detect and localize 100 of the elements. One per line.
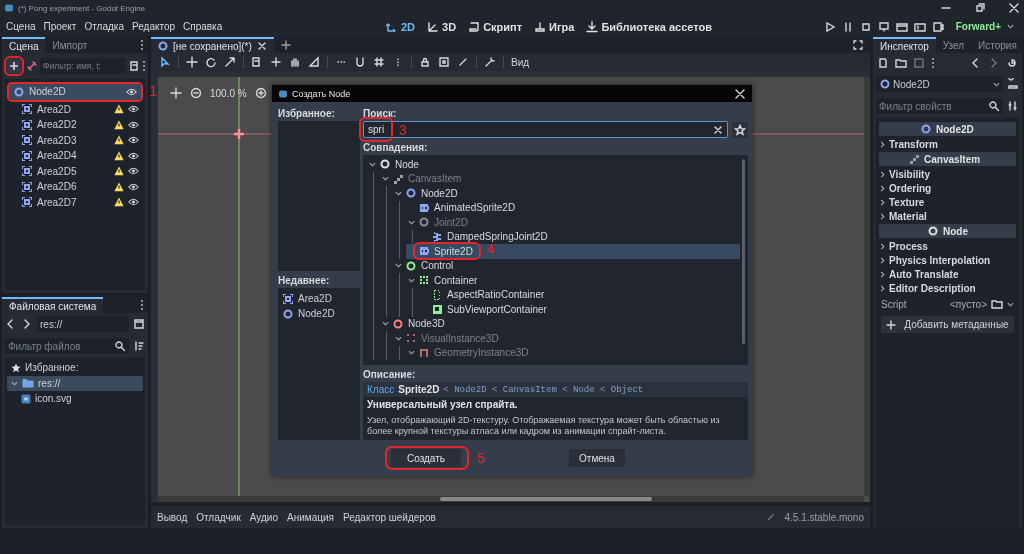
- dock-tab[interactable]: Файловая система: [2, 297, 104, 313]
- pivot-icon[interactable]: [270, 56, 282, 68]
- 2d-icon[interactable]: [386, 20, 398, 33]
- play-scene-icon[interactable]: [895, 20, 908, 33]
- folder-icon[interactable]: [895, 57, 907, 69]
- property-group[interactable]: Editor Description: [879, 281, 1016, 295]
- close-icon[interactable]: [1008, 2, 1020, 14]
- scale-icon[interactable]: [224, 56, 236, 68]
- bottom-panel-tab[interactable]: Вывод: [157, 511, 188, 523]
- close-icon[interactable]: [734, 87, 746, 100]
- restore-icon[interactable]: [974, 2, 986, 14]
- file-filter-field[interactable]: Фильтр файлов: [5, 338, 129, 354]
- layout-icon[interactable]: [133, 318, 145, 330]
- warning-icon[interactable]: [114, 197, 124, 208]
- sort-icon[interactable]: [133, 340, 145, 352]
- file-tree-item[interactable]: icon.svg: [17, 391, 143, 407]
- scene-tree-item[interactable]: Area2D5: [17, 163, 143, 179]
- scene-tree-item[interactable]: Area2D: [17, 101, 143, 117]
- eye-icon[interactable]: [128, 119, 139, 130]
- caret-icon[interactable]: [11, 379, 18, 387]
- folder-icon[interactable]: [991, 298, 1003, 310]
- scrollbar-thumb[interactable]: [440, 497, 653, 501]
- property-group[interactable]: Process: [879, 239, 1016, 253]
- menu-item[interactable]: Проект: [43, 21, 77, 32]
- property-group[interactable]: Visibility: [879, 167, 1016, 181]
- script-value[interactable]: <пусто>: [950, 298, 987, 310]
- movie-icon[interactable]: [931, 20, 944, 33]
- lock-icon[interactable]: [419, 56, 431, 68]
- bottom-panel-tab[interactable]: Отладчик: [196, 511, 241, 523]
- property-group[interactable]: Ordering: [879, 181, 1016, 195]
- scrollbar-thumb[interactable]: [742, 159, 745, 344]
- bottom-panel-tab[interactable]: Анимация: [287, 511, 334, 523]
- scene-tab[interactable]: [не сохранено](*): [151, 37, 274, 53]
- script-add-icon[interactable]: [128, 60, 140, 72]
- workspace-tab[interactable]: Скрипт: [468, 20, 523, 33]
- warning-icon[interactable]: [114, 150, 124, 161]
- scene-tree-item[interactable]: Area2D4: [17, 148, 143, 164]
- cursor-icon[interactable]: [159, 56, 171, 68]
- path-field[interactable]: res://: [37, 316, 129, 332]
- script-icon[interactable]: [468, 20, 481, 33]
- add-metadata-button[interactable]: Добавить метаданные: [881, 316, 1014, 333]
- caret-icon[interactable]: [382, 320, 389, 328]
- property-group[interactable]: Texture: [879, 195, 1016, 209]
- eye-icon[interactable]: [128, 135, 139, 146]
- dock-tab[interactable]: Узел: [935, 37, 972, 53]
- grid-icon[interactable]: [373, 56, 385, 68]
- view-menu[interactable]: Вид: [511, 56, 530, 68]
- node-selector[interactable]: Node2D: [876, 76, 1003, 92]
- bottom-panel-tab[interactable]: Редактор шейдеров: [342, 511, 436, 523]
- move-icon[interactable]: [186, 56, 198, 68]
- eye-icon[interactable]: [128, 150, 139, 161]
- workspace-tab[interactable]: 2D: [386, 20, 416, 33]
- scene-tree-item[interactable]: Area2D6: [17, 179, 143, 195]
- renderer-selector[interactable]: Forward+: [955, 21, 1001, 32]
- pan-icon[interactable]: [289, 56, 301, 68]
- zoom-in-icon[interactable]: [254, 87, 267, 99]
- workspace-tab[interactable]: Игра: [534, 20, 575, 33]
- eye-icon[interactable]: [128, 166, 139, 177]
- menu-icon[interactable]: [140, 299, 144, 311]
- warning-icon[interactable]: [114, 135, 124, 146]
- caret-icon[interactable]: [1007, 23, 1014, 30]
- cancel-button[interactable]: Отмена: [569, 449, 625, 467]
- dock-tab[interactable]: Сцена: [2, 37, 46, 53]
- magnet-icon[interactable]: [354, 56, 366, 68]
- eye-icon[interactable]: [128, 197, 139, 208]
- new-resource-icon[interactable]: [877, 57, 889, 69]
- menu-icon[interactable]: [931, 57, 935, 69]
- dock-tab[interactable]: Инспектор: [873, 37, 936, 53]
- 3d-icon[interactable]: [427, 20, 440, 33]
- eye-icon[interactable]: [126, 86, 137, 97]
- menu-item[interactable]: Справка: [183, 21, 223, 32]
- class-tree-item[interactable]: Node: [367, 157, 740, 172]
- property-group[interactable]: Auto Translate: [879, 267, 1016, 281]
- play-icon[interactable]: [823, 20, 836, 33]
- stop-icon[interactable]: [859, 20, 872, 33]
- docs-icon[interactable]: [1007, 78, 1019, 90]
- caret-icon[interactable]: [1007, 300, 1014, 308]
- class-tree-item[interactable]: Node3D: [380, 316, 740, 331]
- wrench-icon[interactable]: [484, 56, 496, 68]
- menu-item[interactable]: Редактор: [131, 21, 175, 32]
- caret-icon[interactable]: [879, 140, 886, 148]
- remote-debug-icon[interactable]: [877, 20, 890, 33]
- scene-tree-item[interactable]: Area2D3: [17, 132, 143, 148]
- workspace-tab[interactable]: 3D: [427, 20, 457, 33]
- save-icon[interactable]: [913, 57, 925, 69]
- menu-icon[interactable]: [142, 60, 146, 72]
- warning-icon[interactable]: [114, 181, 124, 192]
- workspace-tab[interactable]: Библиотека ассетов: [586, 20, 713, 33]
- move-icon[interactable]: [170, 87, 182, 99]
- eye-icon[interactable]: [128, 104, 139, 115]
- property-group[interactable]: Physics Interpolation: [879, 253, 1016, 267]
- tune-icon[interactable]: [1007, 100, 1019, 112]
- caret-icon[interactable]: [993, 80, 1000, 88]
- group-icon[interactable]: [438, 56, 450, 68]
- warning-icon[interactable]: [114, 104, 124, 115]
- plus-icon[interactable]: [885, 318, 897, 331]
- joystick-icon[interactable]: [534, 20, 547, 33]
- link-icon[interactable]: [26, 60, 38, 72]
- scene-tree-item[interactable]: Area2D7: [17, 194, 143, 210]
- property-group[interactable]: Material: [879, 209, 1016, 223]
